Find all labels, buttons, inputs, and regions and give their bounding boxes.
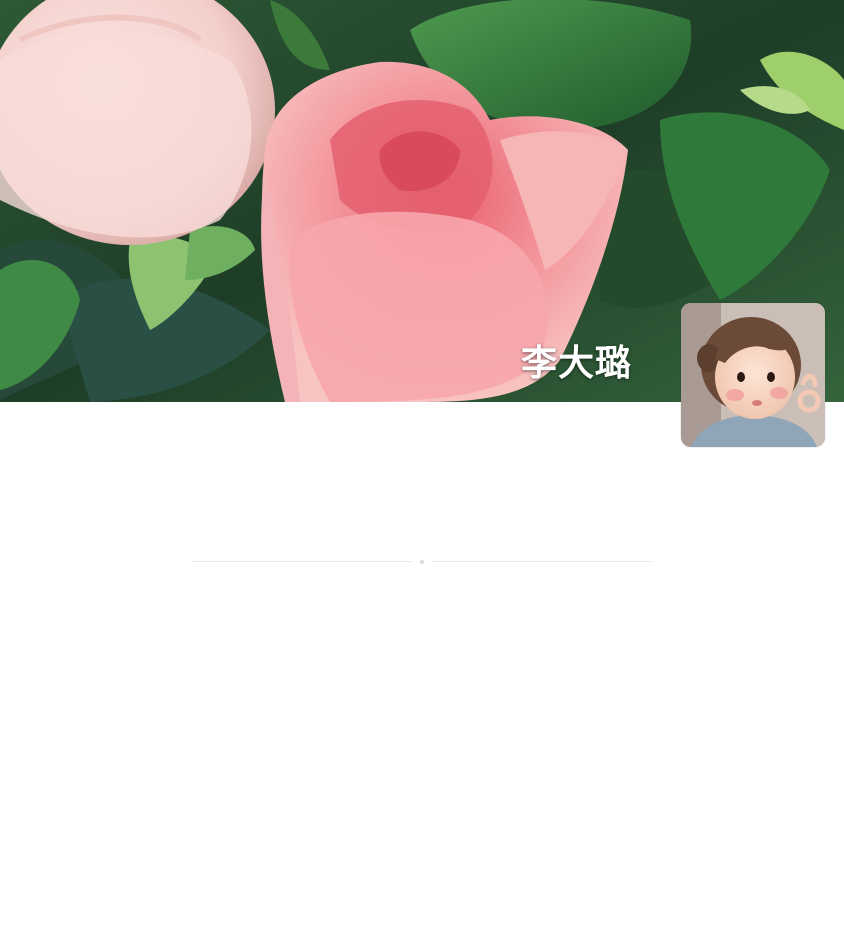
divider-line-right (432, 561, 651, 562)
loading-divider (193, 560, 651, 564)
moments-page: 李大璐 (0, 0, 844, 931)
profile-name[interactable]: 李大璐 (521, 334, 632, 386)
profile-avatar[interactable] (681, 303, 825, 447)
divider-line-left (193, 561, 412, 562)
child-photo-avatar-icon (681, 303, 825, 447)
loading-dot-icon (420, 560, 424, 564)
